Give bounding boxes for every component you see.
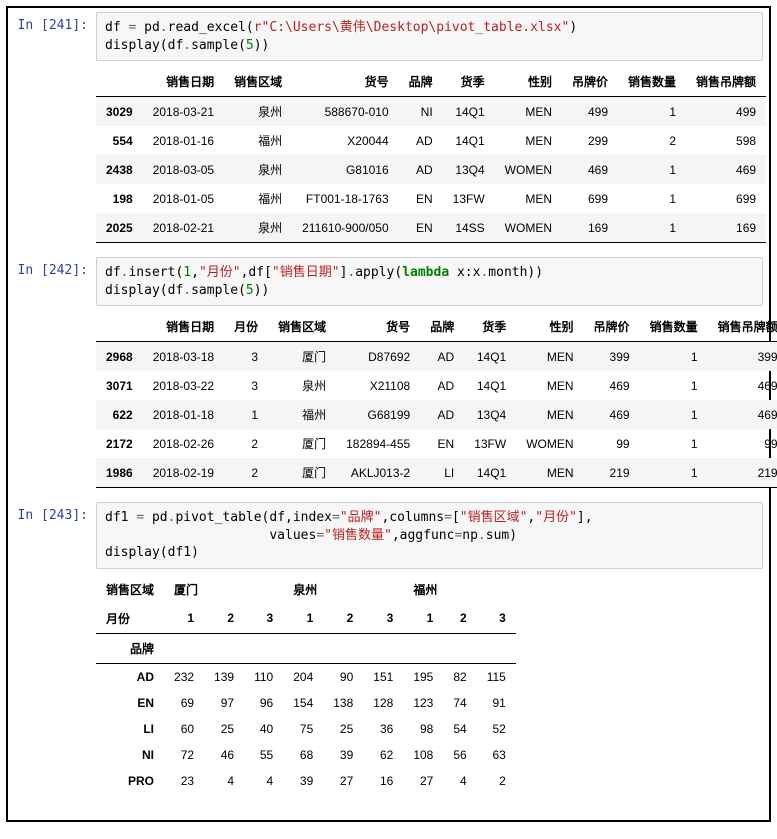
table-row: 29682018-03-183厦门D87692AD14Q1MEN3991399 (96, 342, 777, 372)
column-header: 性别 (495, 67, 562, 97)
table-row: 30292018-03-21泉州588670-010NI14Q1MEN49914… (96, 97, 766, 127)
column-header: 吊牌价 (584, 312, 640, 342)
table-row: EN6997961541381281237491 (96, 690, 516, 716)
column-header: 销售区域 (224, 67, 292, 97)
table-row: 5542018-01-16福州X20044AD14Q1MEN2992598 (96, 126, 766, 155)
column-header: 销售吊牌额 (686, 67, 766, 97)
column-header: 销售数量 (618, 67, 686, 97)
table-row: 21722018-02-262厦门182894-455EN13FWWOMEN99… (96, 429, 777, 458)
table-row: 19862018-02-192厦门AKLJ013-2LI14Q1MEN21912… (96, 458, 777, 488)
pivot-table-243: 销售区域厦门泉州福州月份123123123品牌 AD23213911020490… (96, 575, 516, 794)
output-241: 销售日期销售区域货号品牌货季性别吊牌价销售数量销售吊牌额30292018-03-… (96, 67, 763, 243)
prompt-241: In [241]: (14, 12, 96, 61)
column-header (96, 67, 143, 97)
column-header: 销售吊牌额 (708, 312, 777, 342)
column-header: 销售区域 (268, 312, 336, 342)
table-row: PRO23443927162742 (96, 768, 516, 794)
column-header (96, 312, 143, 342)
column-header: 销售日期 (143, 312, 224, 342)
table-row: AD2321391102049015119582115 (96, 663, 516, 690)
input-cell-243: In [243]: df1 = pd.pivot_table(df,index=… (14, 502, 763, 569)
table-row: NI7246556839621085663 (96, 742, 516, 768)
table-row: 20252018-02-21泉州211610-900/050EN14SSWOME… (96, 213, 766, 243)
column-header: 月份 (224, 312, 268, 342)
column-header: 货季 (464, 312, 516, 342)
column-header: 吊牌价 (562, 67, 618, 97)
column-header: 性别 (516, 312, 583, 342)
table-row: 6222018-01-181福州G68199AD13Q4MEN4691469 (96, 400, 777, 429)
column-header: 销售数量 (640, 312, 708, 342)
prompt-243: In [243]: (14, 502, 96, 569)
column-header: 品牌 (399, 67, 443, 97)
prompt-242: In [242]: (14, 257, 96, 306)
code-input-241[interactable]: df = pd.read_excel(r"C:\Users\黄伟\Desktop… (96, 12, 763, 61)
code-input-242[interactable]: df.insert(1,"月份",df["销售日期"].apply(lambda… (96, 257, 763, 306)
notebook-frame: In [241]: df = pd.read_excel(r"C:\Users\… (6, 6, 771, 822)
column-header: 货号 (336, 312, 420, 342)
dataframe-table-241: 销售日期销售区域货号品牌货季性别吊牌价销售数量销售吊牌额30292018-03-… (96, 67, 766, 243)
column-header: 品牌 (420, 312, 464, 342)
table-row: 1982018-01-05福州FT001-18-1763EN13FWMEN699… (96, 184, 766, 213)
input-cell-242: In [242]: df.insert(1,"月份",df["销售日期"].ap… (14, 257, 763, 306)
table-row: 30712018-03-223泉州X21108AD14Q1MEN4691469 (96, 371, 777, 400)
column-header: 销售日期 (143, 67, 224, 97)
output-242: 销售日期月份销售区域货号品牌货季性别吊牌价销售数量销售吊牌额29682018-0… (96, 312, 763, 488)
output-243: 销售区域厦门泉州福州月份123123123品牌 AD23213911020490… (96, 575, 763, 794)
column-header: 货季 (443, 67, 495, 97)
table-row: 24382018-03-05泉州G81016AD13Q4WOMEN4691469 (96, 155, 766, 184)
table-row: LI602540752536985452 (96, 716, 516, 742)
column-header: 货号 (292, 67, 399, 97)
dataframe-table-242: 销售日期月份销售区域货号品牌货季性别吊牌价销售数量销售吊牌额29682018-0… (96, 312, 777, 488)
code-input-243[interactable]: df1 = pd.pivot_table(df,index="品牌",colum… (96, 502, 763, 569)
input-cell-241: In [241]: df = pd.read_excel(r"C:\Users\… (14, 12, 763, 61)
